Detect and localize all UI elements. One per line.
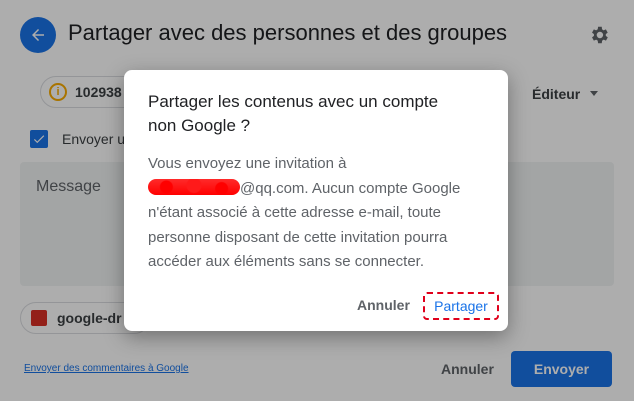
dialog-title: Partager les contenus avec un compte non… <box>148 92 439 135</box>
dialog-share-button[interactable]: Partager <box>423 292 499 320</box>
dialog-body-intro: Vous envoyez une invitation à <box>148 155 347 172</box>
dialog-cancel-button[interactable]: Annuler <box>357 297 410 313</box>
confirm-dialog: Partager les contenus avec un compte non… <box>124 70 508 331</box>
dialog-body: Vous envoyez une invitation à @qq.com. A… <box>148 152 488 275</box>
redacted-email <box>148 178 240 195</box>
email-suffix: @qq.com. <box>240 179 309 197</box>
